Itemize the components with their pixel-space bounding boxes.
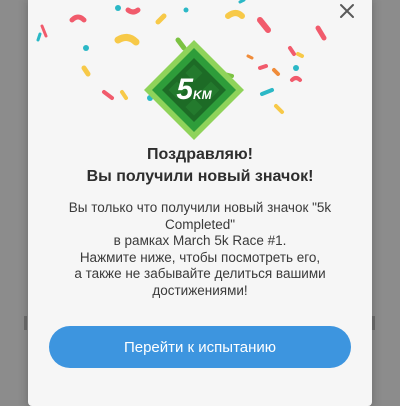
message-line: Нажмите ниже, чтобы посмотреть его,: [79, 249, 321, 265]
message-line: в рамках March 5k Race #1.: [113, 233, 287, 248]
go-to-challenge-button[interactable]: Перейти к испытанию: [49, 326, 351, 368]
message-line: Вы только что получили новый значок "5k: [68, 200, 332, 215]
title-line-1: Поздравляю!: [147, 146, 253, 163]
backdrop-edge-mark-left: [24, 316, 27, 330]
backdrop-edge-mark-right: [372, 316, 375, 330]
badge-number: 5: [176, 73, 193, 106]
title-line-2: Вы получили новый значок!: [86, 168, 314, 185]
badge-5k-icon: 5 KM: [142, 38, 246, 142]
dialog-title: Поздравляю! Вы получили новый значок!: [28, 144, 372, 188]
go-to-challenge-label: Перейти к испытанию: [123, 338, 277, 356]
close-button[interactable]: [336, 0, 358, 22]
badge-unit: KM: [193, 88, 212, 102]
badge-earned-dialog: 5 KM Поздравляю! Вы получили новый значо…: [28, 0, 372, 406]
dialog-message: Вы только что получили новый значок "5k …: [38, 200, 362, 299]
message-line: а также не забывайте делиться вашими: [74, 266, 326, 281]
close-icon: [340, 4, 354, 18]
message-line: Completed": [164, 216, 236, 232]
message-line: достижениями!: [152, 282, 248, 298]
